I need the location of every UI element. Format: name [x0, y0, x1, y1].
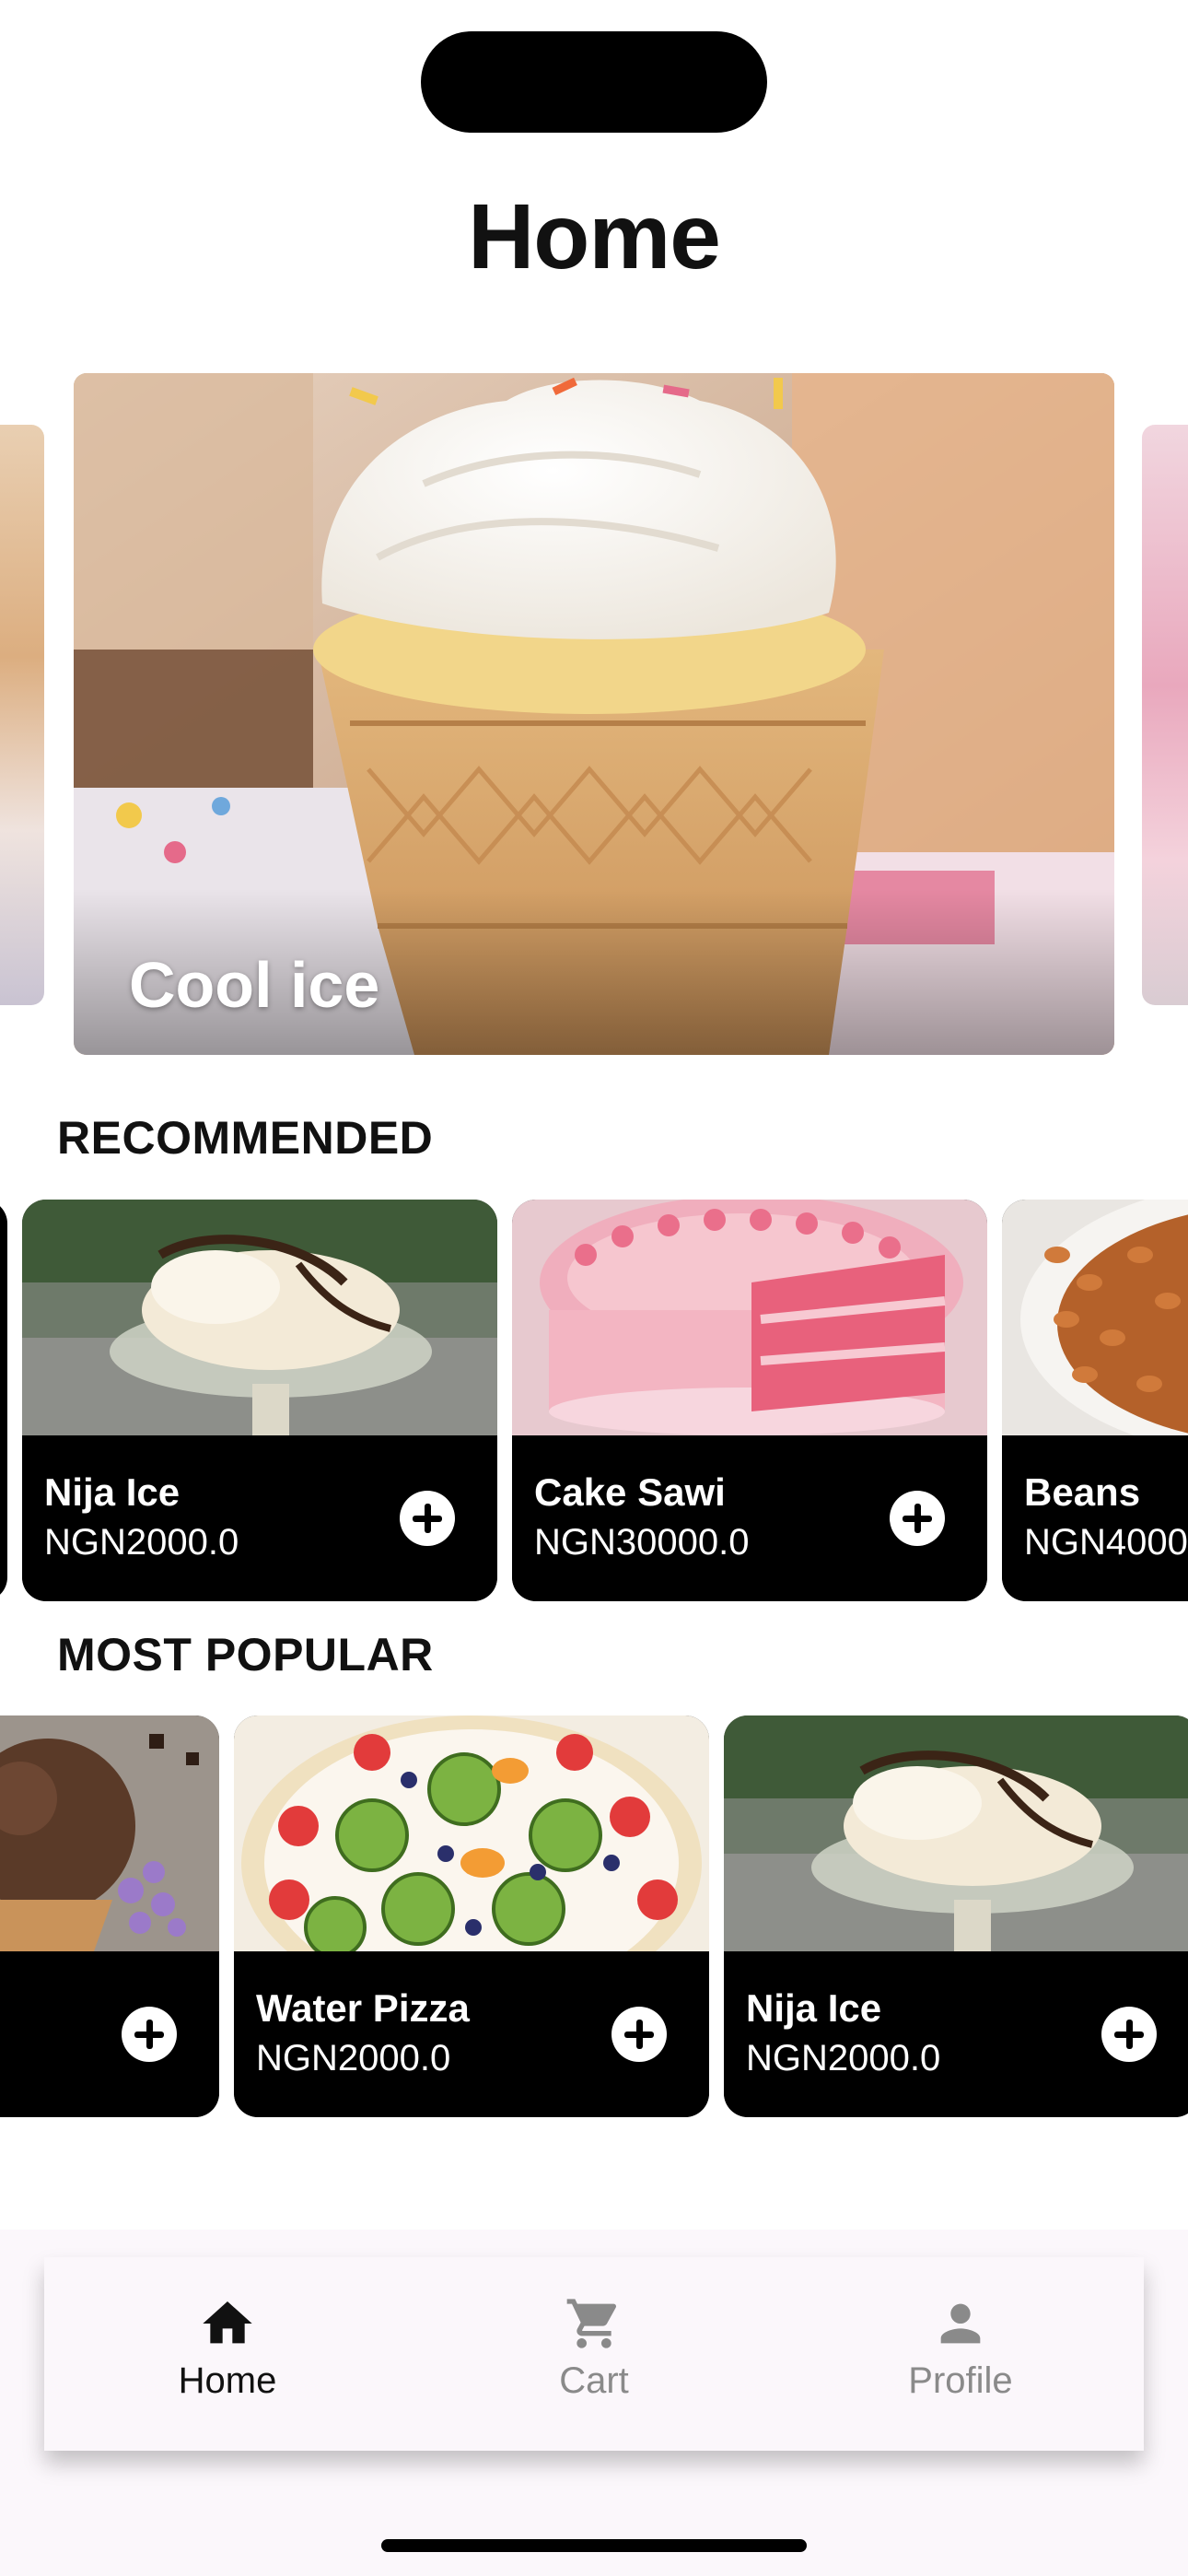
product-price: NGN4000	[1024, 1522, 1188, 1563]
product-card[interactable]	[0, 1200, 7, 1601]
product-info-bar: Nija Ice NGN2000.0	[724, 1951, 1188, 2117]
most-popular-list[interactable]: Water Pizza NGN2000.0 Nija Ice NGN2000.0	[0, 1715, 1188, 2117]
page-title: Home	[468, 185, 721, 288]
product-price: NGN2000.0	[44, 1522, 239, 1563]
hero-slide-next[interactable]	[1142, 425, 1188, 1005]
product-name: Water Pizza	[256, 1986, 470, 2030]
home-indicator[interactable]	[381, 2539, 807, 2552]
add-to-cart-button[interactable]	[122, 2007, 177, 2062]
recommended-heading: RECOMMENDED	[57, 1112, 434, 1164]
pink-cake-image	[512, 1200, 987, 1435]
product-info-bar: Beans NGN4000	[1002, 1435, 1188, 1601]
fruit-pizza-image	[234, 1715, 709, 1951]
product-card[interactable]: Cake Sawi NGN30000.0	[512, 1200, 987, 1601]
product-card[interactable]: Beans NGN4000	[1002, 1200, 1188, 1601]
product-name: Cake Sawi	[534, 1470, 726, 1514]
hero-slide-label: Cool ice	[129, 949, 380, 1021]
add-to-cart-button[interactable]	[1101, 2007, 1157, 2062]
add-to-cart-button[interactable]	[400, 1491, 455, 1546]
nav-label: Cart	[559, 2360, 629, 2401]
product-name: Nija Ice	[746, 1986, 882, 2030]
hero-slide[interactable]: Cool ice	[74, 373, 1114, 1055]
product-price: NGN30000.0	[534, 1522, 750, 1563]
home-icon	[203, 2301, 252, 2344]
nav-item-profile[interactable]: Profile	[777, 2257, 1144, 2451]
product-name: Nija Ice	[44, 1470, 181, 1514]
product-card[interactable]	[0, 1715, 219, 2117]
product-price: NGN2000.0	[256, 2038, 451, 2078]
app-screen: Home Cool ice RECOMMENDED Nija Ice NGN20…	[0, 0, 1188, 2576]
product-card[interactable]: Water Pizza NGN2000.0	[234, 1715, 709, 2117]
chocolate-ice-cream-image	[0, 1715, 219, 1951]
product-info-bar: Nija Ice NGN2000.0	[22, 1435, 497, 1601]
beans-image	[1002, 1200, 1188, 1435]
sundae-image	[22, 1200, 497, 1435]
cart-icon	[566, 2299, 617, 2348]
add-to-cart-button[interactable]	[890, 1491, 945, 1546]
person-icon	[940, 2303, 981, 2344]
hero-slide-previous[interactable]	[0, 425, 44, 1005]
recommended-list[interactable]: Nija Ice NGN2000.0 Cake Sawi NGN30000.0 …	[0, 1200, 1188, 1601]
bottom-nav: Home Cart Profile	[44, 2257, 1144, 2451]
most-popular-heading: MOST POPULAR	[57, 1629, 434, 1680]
product-card[interactable]: Nija Ice NGN2000.0	[22, 1200, 497, 1601]
product-price: NGN2000.0	[746, 2038, 941, 2078]
add-to-cart-button[interactable]	[611, 2007, 667, 2062]
nav-item-cart[interactable]: Cart	[411, 2257, 777, 2451]
bottom-nav-area: Home Cart Profile	[0, 2230, 1188, 2576]
nav-label: Home	[178, 2360, 277, 2401]
product-info-bar: Water Pizza NGN2000.0	[234, 1951, 709, 2117]
hero-carousel[interactable]: Cool ice	[0, 373, 1188, 1055]
product-card[interactable]: Nija Ice NGN2000.0	[724, 1715, 1188, 2117]
sundae-image	[724, 1715, 1188, 1951]
product-info-bar: Cake Sawi NGN30000.0	[512, 1435, 987, 1601]
product-info-bar	[0, 1951, 219, 2117]
product-name: Beans	[1024, 1470, 1141, 1514]
dynamic-island	[421, 31, 767, 133]
nav-item-home[interactable]: Home	[44, 2257, 411, 2451]
nav-label: Profile	[908, 2360, 1013, 2401]
